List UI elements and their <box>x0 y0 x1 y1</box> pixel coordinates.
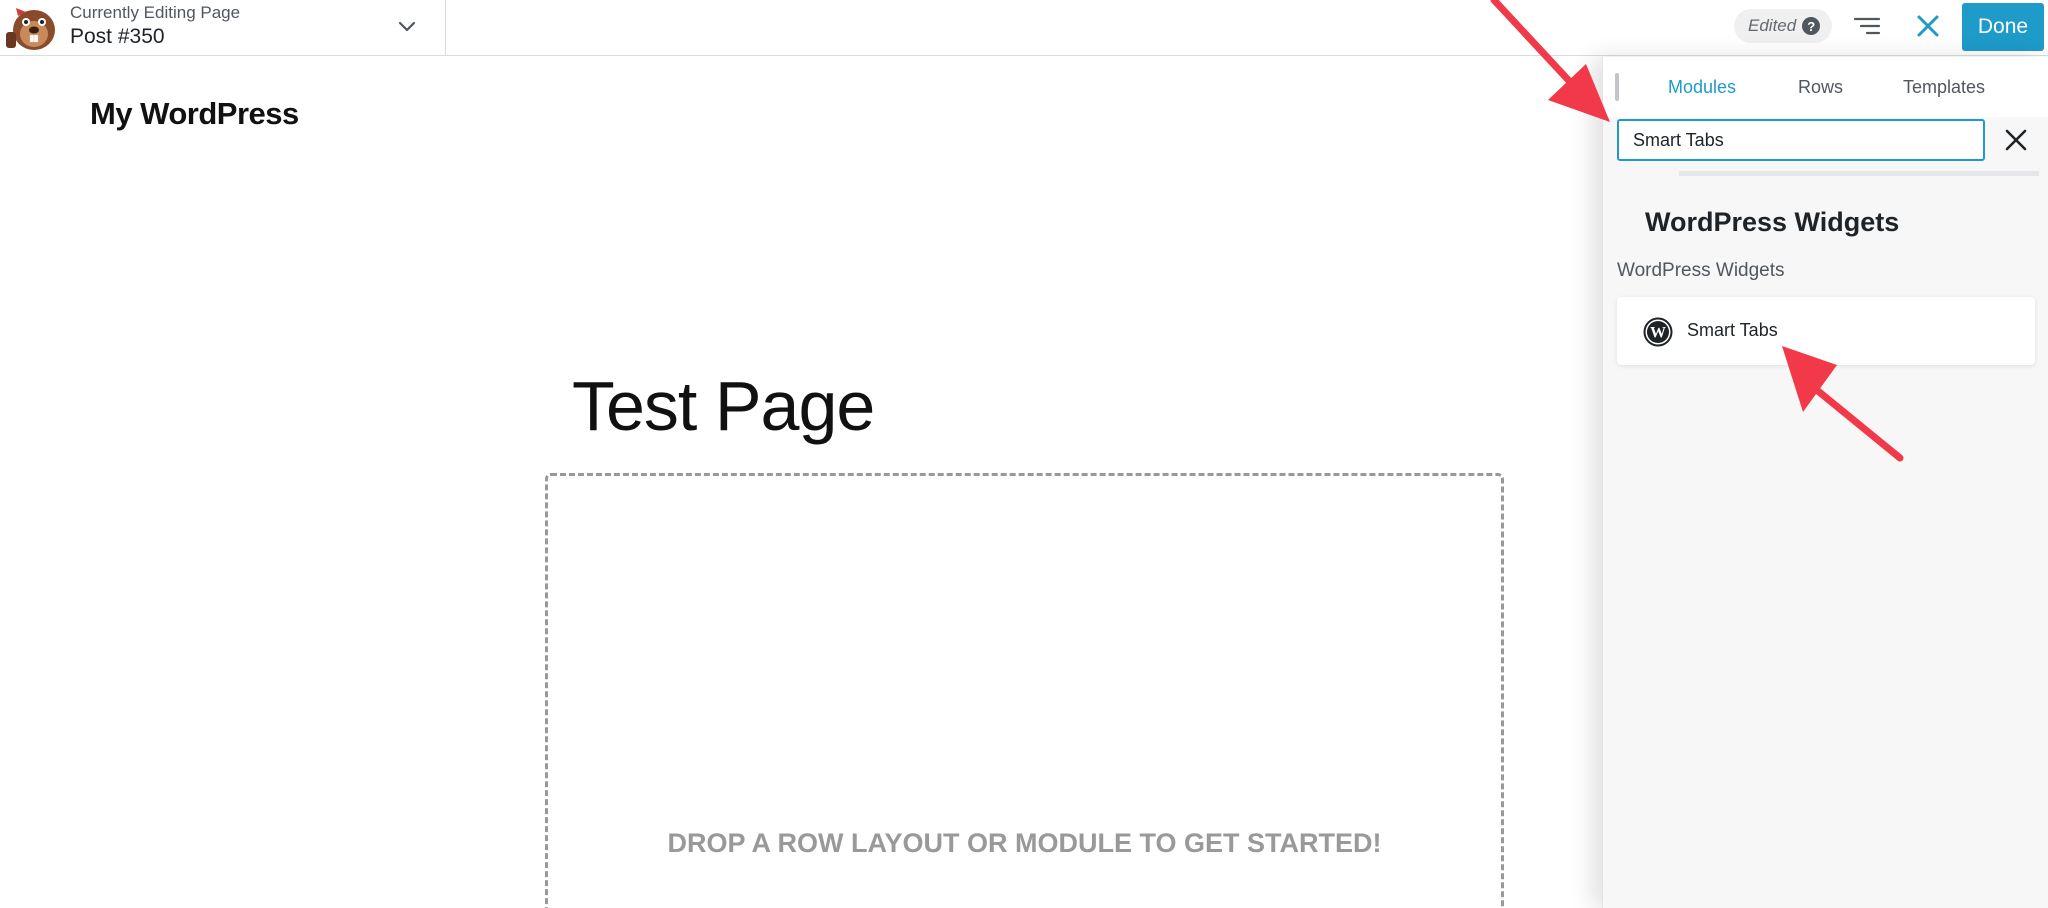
group-heading: WordPress Widgets <box>1645 207 1900 237</box>
drop-zone[interactable]: DROP A ROW LAYOUT OR MODULE TO GET START… <box>545 473 1504 908</box>
help-icon: ? <box>1802 17 1821 35</box>
top-toolbar: Currently Editing Page Post #350 Edited … <box>0 0 2048 56</box>
panel-tabs: Modules Rows Templates <box>1603 57 2048 117</box>
clear-search-icon[interactable] <box>2001 125 2031 155</box>
edited-label: Edited <box>1748 16 1797 35</box>
drop-zone-message: DROP A ROW LAYOUT OR MODULE TO GET START… <box>667 828 1382 858</box>
beaver-logo <box>6 8 55 50</box>
outline-icon[interactable] <box>1852 14 1882 40</box>
module-card-smart-tabs[interactable]: W Smart Tabs <box>1617 297 2035 365</box>
page-title: Test Page <box>572 367 875 445</box>
edited-status-badge[interactable]: Edited ? <box>1734 9 1833 43</box>
editing-label: Currently Editing Page <box>70 3 241 22</box>
close-icon[interactable] <box>1914 12 1942 40</box>
module-label: Smart Tabs <box>1687 320 1778 340</box>
panel-drag-handle[interactable] <box>1615 73 1619 101</box>
tab-templates[interactable]: Templates <box>1903 77 1985 98</box>
post-label: Post #350 <box>70 25 165 48</box>
tab-rows[interactable]: Rows <box>1798 77 1843 98</box>
svg-text:W: W <box>1650 325 1666 342</box>
done-button[interactable]: Done <box>1962 3 2044 51</box>
wordpress-icon: W <box>1643 317 1673 347</box>
page-switcher[interactable]: Currently Editing Page Post #350 <box>0 0 446 56</box>
tab-modules[interactable]: Modules <box>1668 77 1736 98</box>
module-search-input[interactable] <box>1617 119 1985 161</box>
chevron-down-icon[interactable] <box>396 15 418 37</box>
site-title[interactable]: My WordPress <box>90 96 299 132</box>
group-subheading: WordPress Widgets <box>1617 260 1785 281</box>
scrollbar[interactable] <box>1679 171 2039 176</box>
content-panel: Modules Rows Templates WordPress Widgets… <box>1602 57 2048 908</box>
